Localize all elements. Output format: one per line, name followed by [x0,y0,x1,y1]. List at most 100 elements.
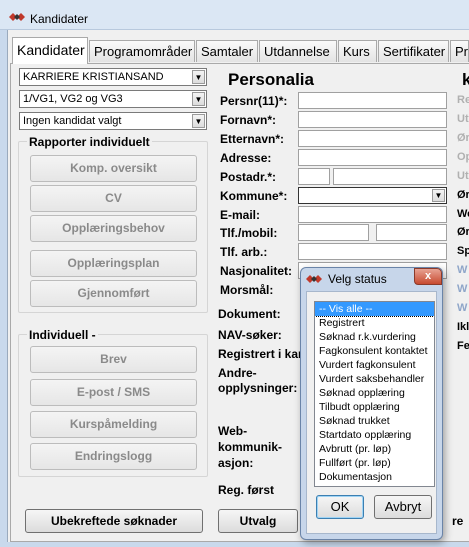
level-select[interactable]: 1/VG1, VG2 og VG3 ▼ [19,90,207,108]
chevron-down-icon[interactable]: ▼ [432,189,445,202]
tab-partial[interactable]: Pr [450,40,469,62]
kurspamelding-button[interactable]: Kurspåmelding [30,411,197,438]
opplaeringsplan-button[interactable]: Opplæringsplan [30,250,197,277]
opplaeringsbehov-button[interactable]: Opplæringsbehov [30,215,197,242]
kommune-label: Kommune*: [220,189,288,203]
status-option[interactable]: Tilbudt opplæring [315,400,434,414]
tlf-arb-label: Tlf. arb.: [220,245,268,259]
nav-soker-label: NAV-søker: [218,328,282,342]
tab-kurs[interactable]: Kurs [338,40,377,62]
status-option[interactable]: Fagkonsulent kontaktet [315,344,434,358]
status-option[interactable]: Avbrutt (pr. løp) [315,442,434,456]
cv-button[interactable]: CV [30,185,197,212]
right-link[interactable]: W [457,302,467,314]
individual-title: Individuell - [27,328,98,342]
close-icon: x [424,270,432,282]
region-select-value: KARRIERE KRISTIANSAND [23,71,164,83]
postnr-field[interactable] [298,168,330,185]
status-dialog: Velg status x -- Vis alle -- Registrert Sø… [300,267,443,540]
right-label: Ør [457,132,469,144]
komp-oversikt-button[interactable]: Komp. oversikt [30,155,197,182]
right-label: Ør [457,226,469,238]
nasjonalitet-label: Nasjonalitet: [220,264,293,278]
chevron-down-icon[interactable]: ▼ [192,92,205,106]
right-link[interactable]: W [457,264,467,276]
dokument-label: Dokument: [218,307,281,321]
region-select[interactable]: KARRIERE KRISTIANSAND ▼ [19,68,207,86]
kommune-select[interactable]: ▼ [298,187,447,204]
persnr-field[interactable] [298,92,447,109]
app-logo-icon [306,275,322,283]
persnr-label: Persnr(11)*: [220,94,288,108]
email-field[interactable] [298,206,447,223]
ubekreftede-soknader-button[interactable]: Ubekreftede søknader [25,509,203,533]
tlf-arb-field[interactable] [298,243,447,260]
andre-label-2: opplysninger: [218,381,298,395]
candidate-select-value: Ingen kandidat valgt [23,115,122,127]
web-label-3: asjon: [218,456,254,470]
app-logo-icon [9,13,25,21]
status-option[interactable]: Startdato opplæring [315,428,434,442]
status-option[interactable]: Fullført (pr. løp) [315,456,434,470]
utvalg-button[interactable]: Utvalg [218,509,298,533]
cancel-button[interactable]: Avbryt [374,495,432,519]
poststed-field[interactable] [333,168,447,185]
level-select-value: 1/VG1, VG2 og VG3 [23,93,123,105]
right-section-title: k [462,70,469,89]
partial-button-label: re [452,514,464,528]
dialog-body: -- Vis alle -- Registrert Søknad r.k.vurde… [306,291,437,534]
status-option[interactable]: Søknad r.k.vurdering [315,330,434,344]
etternavn-field[interactable] [298,130,447,147]
candidate-select[interactable]: Ingen kandidat valgt ▼ [19,112,207,130]
status-option[interactable]: Søknad trukket [315,414,434,428]
right-label: Re [457,94,469,106]
personalia-title: Personalia [228,70,314,89]
status-option[interactable]: Dokumentasjon [315,470,434,484]
right-link[interactable]: W [457,283,467,295]
status-listbox[interactable]: -- Vis alle -- Registrert Søknad r.k.vurde… [314,301,435,487]
fornavn-label: Fornavn*: [220,113,277,127]
email-label: E-mail: [220,208,261,222]
epost-sms-button[interactable]: E-post / SMS [30,379,197,406]
postadr-label: Postadr.*: [220,170,277,184]
tab-utdannelse[interactable]: Utdannelse [259,40,337,62]
right-label: We [457,208,469,220]
status-option[interactable]: Vurdert fagkonsulent [315,358,434,372]
chevron-down-icon[interactable]: ▼ [192,114,205,128]
registrert-label: Registrert i kar [218,347,303,361]
tab-sertifikater[interactable]: Sertifikater [378,40,449,62]
status-option[interactable]: Registrert [315,316,434,330]
fornavn-field[interactable] [298,111,447,128]
etternavn-label: Etternavn*: [220,132,285,146]
ok-button[interactable]: OK [316,495,364,519]
tab-samtaler[interactable]: Samtaler [196,40,258,62]
right-label: Ut [457,170,469,182]
adresse-label: Adresse: [220,151,272,165]
status-option[interactable]: Søknad opplæring [315,386,434,400]
adresse-field[interactable] [298,149,447,166]
status-option[interactable]: Vurdert saksbehandler [315,372,434,386]
close-button[interactable]: x [414,268,442,285]
andre-label-1: Andre- [218,366,257,380]
status-option[interactable]: -- Vis alle -- [315,302,434,317]
mobil-field[interactable] [376,224,447,241]
tab-kandidater[interactable]: Kandidater [12,37,88,64]
right-label: Ør [457,189,469,201]
brev-button[interactable]: Brev [30,346,197,373]
endringslogg-button[interactable]: Endringslogg [30,443,197,470]
chevron-down-icon[interactable]: ▼ [192,70,205,84]
right-label: Sp [457,245,469,257]
web-label-1: Web- [218,424,248,438]
right-label: Ut [457,113,469,125]
right-label: Fe [457,340,469,352]
right-label: Op [457,151,469,163]
window-title: Kandidater [30,12,89,26]
tab-programomrader[interactable]: Programområder [89,40,195,62]
right-label: Ikl [457,321,469,333]
reg-forst-label: Reg. først [218,483,275,497]
tlf-field[interactable] [298,224,369,241]
tlf-mobil-label: Tlf./mobil: [220,226,278,240]
web-label-2: kommunik- [218,440,283,454]
morsmal-label: Morsmål: [220,283,274,297]
gjennomfort-button[interactable]: Gjennomført [30,280,197,307]
